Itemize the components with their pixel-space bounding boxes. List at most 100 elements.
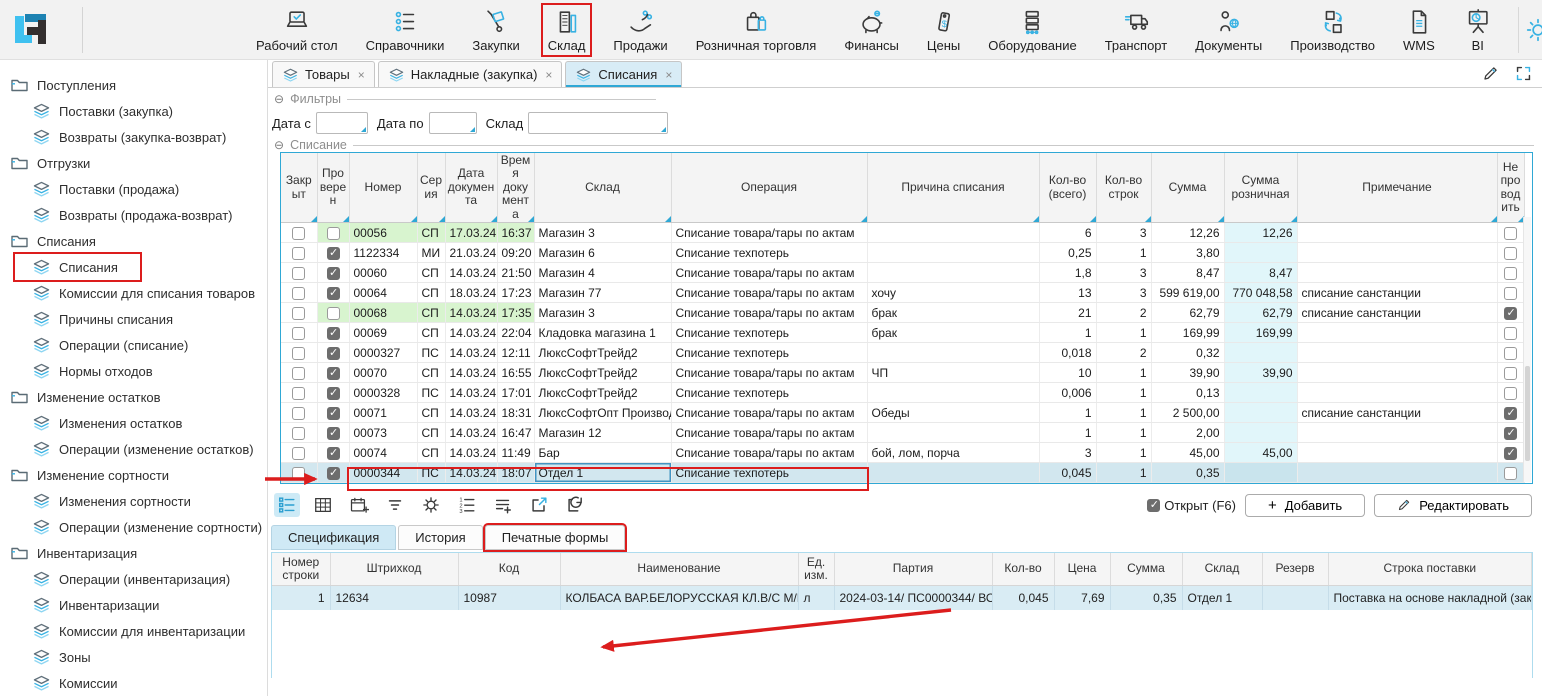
spec-column-header[interactable]: Строка поставки	[1328, 553, 1532, 585]
sidebar-item-22[interactable]: Зоны	[0, 644, 267, 670]
toolbar-item-production[interactable]: Производство	[1285, 5, 1380, 55]
grid-column-header[interactable]: Проверен	[317, 153, 349, 223]
checked-checkbox[interactable]	[327, 307, 340, 320]
sidebar-folder-18[interactable]: Инвентаризация	[0, 540, 267, 566]
scrollbar-thumb[interactable]	[1525, 366, 1530, 461]
open-external-button[interactable]	[526, 493, 552, 517]
no-post-checkbox[interactable]	[1504, 447, 1517, 460]
grid-row[interactable]: 00064СП18.03.2417:23Магазин 77Списание т…	[281, 283, 1524, 303]
grid-column-header[interactable]: Серия	[417, 153, 445, 223]
toolbar-item-desktop[interactable]: Рабочий стол	[251, 5, 343, 55]
spec-column-header[interactable]: Сумма	[1110, 553, 1182, 585]
toolbar-item-bi[interactable]: BI	[1458, 5, 1498, 55]
spec-column-header[interactable]: Код	[458, 553, 560, 585]
sidebar-item-20[interactable]: Инвентаризации	[0, 592, 267, 618]
spec-column-header[interactable]: Резерв	[1262, 553, 1328, 585]
no-post-checkbox[interactable]	[1504, 327, 1517, 340]
collapse-icon[interactable]: ⊖	[274, 138, 284, 152]
toolbar-item-prices[interactable]: Цены	[922, 5, 965, 55]
spec-row[interactable]: 11263410987КОЛБАСА ВАР.БЕЛОРУССКАЯ КЛ.В/…	[272, 585, 1532, 610]
sidebar-item-7[interactable]: Списания	[15, 254, 140, 280]
collapse-icon[interactable]: ⊖	[274, 92, 284, 106]
grid-row[interactable]: 00060СП14.03.2421:50Магазин 4Списание то…	[281, 263, 1524, 283]
grid-row[interactable]: 00074СП14.03.2411:49БарСписание товара/т…	[281, 443, 1524, 463]
grid-row[interactable]: 1122334МИ21.03.2409:20Магазин 6Списание …	[281, 243, 1524, 263]
no-post-checkbox[interactable]	[1504, 267, 1517, 280]
checked-checkbox[interactable]	[327, 387, 340, 400]
document-tab-1[interactable]: Накладные (закупка)×	[378, 61, 563, 87]
close-tab-icon[interactable]: ×	[358, 68, 365, 82]
grid-column-header[interactable]: Сумма розничная	[1224, 153, 1297, 223]
toolbar-item-finance[interactable]: Финансы	[839, 5, 904, 55]
closed-checkbox[interactable]	[292, 447, 305, 460]
spec-column-header[interactable]: Ед. изм.	[798, 553, 834, 585]
toolbar-item-references[interactable]: Справочники	[361, 5, 450, 55]
checked-checkbox[interactable]	[327, 227, 340, 240]
toolbar-item-retail[interactable]: Розничная торговля	[691, 5, 822, 55]
detail-tab-2[interactable]: Печатные формы	[485, 525, 626, 550]
grid-row[interactable]: 00056СП17.03.2416:37Магазин 3Списание то…	[281, 223, 1524, 243]
grid-row[interactable]: 00069СП14.03.2422:04Кладовка магазина 1С…	[281, 323, 1524, 343]
spec-column-header[interactable]: Цена	[1054, 553, 1110, 585]
grid-column-header[interactable]: Примечание	[1297, 153, 1497, 223]
grid-column-header[interactable]: Сумма	[1151, 153, 1224, 223]
checked-checkbox[interactable]	[327, 287, 340, 300]
detail-tab-1[interactable]: История	[398, 525, 482, 550]
no-post-checkbox[interactable]	[1504, 247, 1517, 260]
closed-checkbox[interactable]	[292, 467, 305, 480]
toolbar-item-sales[interactable]: Продажи	[608, 5, 672, 55]
sidebar-item-13[interactable]: Изменения остатков	[0, 410, 267, 436]
closed-checkbox[interactable]	[292, 367, 305, 380]
no-post-checkbox[interactable]	[1504, 287, 1517, 300]
close-tab-icon[interactable]: ×	[665, 68, 672, 82]
sidebar-folder-3[interactable]: Отгрузки	[0, 150, 267, 176]
closed-checkbox[interactable]	[292, 427, 305, 440]
no-post-checkbox[interactable]	[1504, 387, 1517, 400]
grid-column-header[interactable]: Кол-во (всего)	[1039, 153, 1096, 223]
document-tab-0[interactable]: Товары×	[272, 61, 375, 87]
grid-column-header[interactable]: Не проводить	[1497, 153, 1524, 223]
vertical-scrollbar[interactable]	[1523, 217, 1531, 482]
closed-checkbox[interactable]	[292, 407, 305, 420]
sidebar-item-14[interactable]: Операции (изменение остатков)	[0, 436, 267, 462]
checked-checkbox[interactable]	[327, 467, 340, 480]
edit-button[interactable]: Редактировать	[1374, 494, 1532, 517]
list-view-button[interactable]	[274, 493, 300, 517]
no-post-checkbox[interactable]	[1504, 227, 1517, 240]
checked-checkbox[interactable]	[327, 447, 340, 460]
filter-button[interactable]	[382, 493, 408, 517]
date-to-input[interactable]	[429, 112, 477, 134]
grid-row[interactable]: 0000328ПС14.03.2417:01ЛюксСофтТрейд2Спис…	[281, 383, 1524, 403]
grid-column-header[interactable]: Закрыт	[281, 153, 317, 223]
spec-column-header[interactable]: Партия	[834, 553, 992, 585]
toolbar-item-equipment[interactable]: Оборудование	[983, 5, 1081, 55]
closed-checkbox[interactable]	[292, 287, 305, 300]
closed-checkbox[interactable]	[292, 267, 305, 280]
sidebar-item-17[interactable]: Операции (изменение сортности)	[0, 514, 267, 540]
checked-checkbox[interactable]	[327, 407, 340, 420]
grid-column-header[interactable]: Операция	[671, 153, 867, 223]
open-checkbox-box[interactable]	[1147, 499, 1160, 512]
grid-row[interactable]: 00068СП14.03.2417:35Магазин 3Списание то…	[281, 303, 1524, 323]
closed-checkbox[interactable]	[292, 247, 305, 260]
document-tab-2[interactable]: Списания×	[565, 61, 682, 87]
edit-pencil-icon[interactable]	[1482, 65, 1499, 82]
table-view-button[interactable]	[310, 493, 336, 517]
spec-column-header[interactable]: Штрихкод	[330, 553, 458, 585]
sidebar-item-11[interactable]: Нормы отходов	[0, 358, 267, 384]
no-post-checkbox[interactable]	[1504, 307, 1517, 320]
grid-column-header[interactable]: Склад	[534, 153, 671, 223]
closed-checkbox[interactable]	[292, 347, 305, 360]
toolbar-item-documents[interactable]: Документы	[1190, 5, 1267, 55]
closed-checkbox[interactable]	[292, 227, 305, 240]
settings-sun-icon[interactable]	[1525, 17, 1542, 43]
no-post-checkbox[interactable]	[1504, 427, 1517, 440]
settings-gear-button[interactable]	[418, 493, 444, 517]
date-from-input[interactable]	[316, 112, 368, 134]
toolbar-item-wms[interactable]: WMS	[1398, 5, 1440, 55]
add-lines-button[interactable]	[490, 493, 516, 517]
sidebar-item-5[interactable]: Возвраты (продажа-возврат)	[0, 202, 267, 228]
warehouse-filter-input[interactable]	[528, 112, 668, 134]
no-post-checkbox[interactable]	[1504, 467, 1517, 480]
spec-column-header[interactable]: Кол-во	[992, 553, 1054, 585]
